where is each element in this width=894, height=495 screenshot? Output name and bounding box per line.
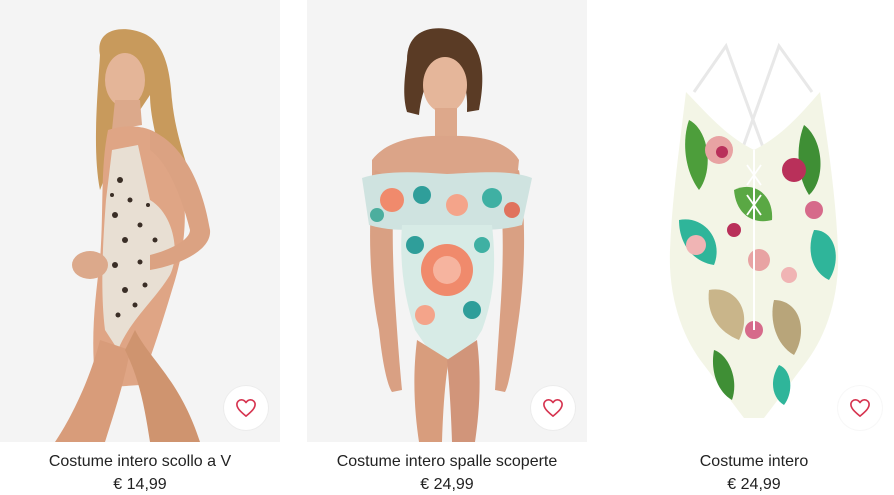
product-image-floral-offshoulder-swimsuit[interactable] <box>307 0 587 442</box>
heart-outline-icon <box>543 399 563 417</box>
product-title[interactable]: Costume intero <box>614 452 894 472</box>
product-title[interactable]: Costume intero scollo a V <box>0 452 280 472</box>
product-price: € 24,99 <box>727 476 781 493</box>
product-image-leopard-swimsuit[interactable] <box>0 0 280 442</box>
product-card: Costume intero scollo a V € 14,99 <box>0 0 280 494</box>
heart-outline-icon <box>236 399 256 417</box>
product-grid: Costume intero scollo a V € 14,99 Costum… <box>0 0 894 494</box>
favorite-button[interactable] <box>838 386 882 430</box>
product-price: € 14,99 <box>113 476 167 493</box>
favorite-button[interactable] <box>531 386 575 430</box>
favorite-button[interactable] <box>224 386 268 430</box>
heart-outline-icon <box>850 399 870 417</box>
product-card: Costume intero spalle scoperte € 24,99 <box>307 0 587 494</box>
product-price: € 24,99 <box>420 476 474 493</box>
product-title[interactable]: Costume intero spalle scoperte <box>307 452 587 472</box>
product-card: Costume intero € 24,99 <box>614 0 894 494</box>
product-image-tropical-swimsuit[interactable] <box>614 0 894 442</box>
